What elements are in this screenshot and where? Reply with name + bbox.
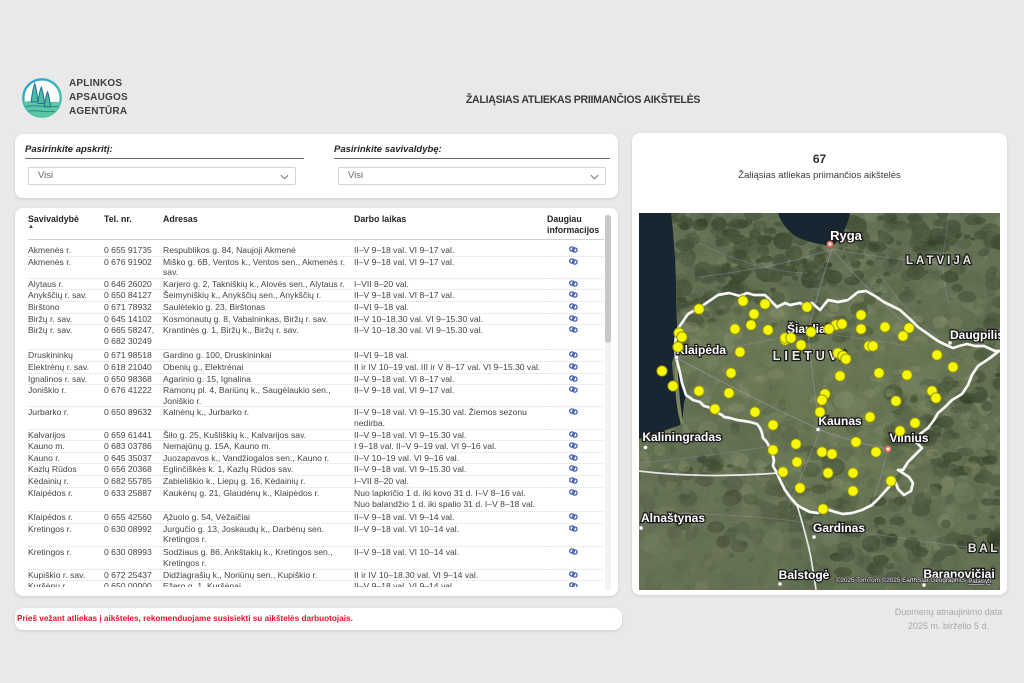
svg-text:Ryga: Ryga [830,228,863,243]
svg-text:Daugpilis: Daugpilis [950,328,1000,342]
svg-text:Alnaštynas: Alnaštynas [641,511,705,525]
svg-text:Balstogė: Balstogė [779,568,830,582]
svg-text:Klaipėda: Klaipėda [676,343,726,357]
svg-text:Kaunas: Kaunas [818,414,862,428]
svg-text:Pataisyti: Pataisyti [968,579,991,585]
svg-text:Kaliningradas: Kaliningradas [642,430,722,444]
svg-text:BAL: BAL [968,541,1000,555]
svg-text:LATVIJA: LATVIJA [906,255,974,267]
svg-text:©2025 TomTom ©2025 EarthStar: ©2025 TomTom ©2025 EarthStar Geographics [836,576,966,584]
svg-text:Gardinas: Gardinas [813,521,865,535]
